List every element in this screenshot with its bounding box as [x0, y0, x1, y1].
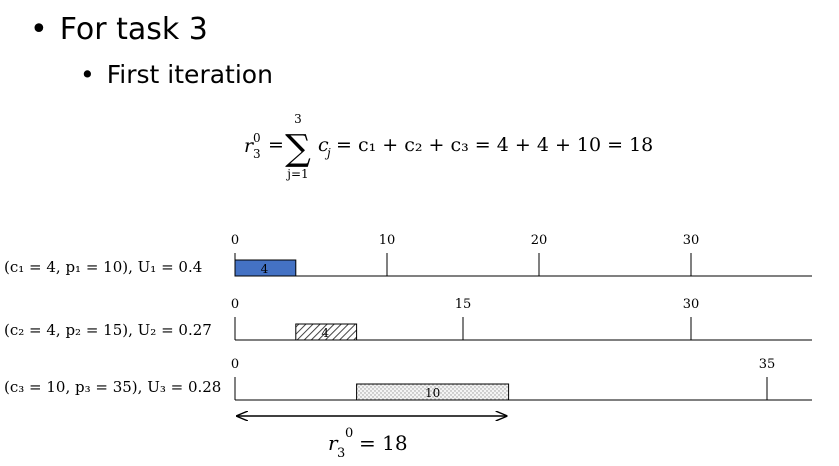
tick-label: 15 [455, 297, 472, 312]
task-label: (c₂ = 4, p₂ = 15), U₂ = 0.27 [4, 321, 212, 339]
tick-label: 0 [231, 233, 239, 248]
tick-label: 20 [531, 233, 548, 248]
execution-block-label: 4 [261, 262, 269, 276]
tick-label: 30 [683, 297, 700, 312]
formula-lhs-sub: 3 [253, 147, 261, 161]
timeline-ticks: 0 10 20 30 [231, 233, 699, 276]
tick-label: 0 [231, 357, 239, 372]
tick-label: 0 [231, 297, 239, 312]
formula-rhs: = c₁ + c₂ + c₃ = 4 + 4 + 10 = 18 [336, 134, 653, 156]
formula-lhs-sup: 0 [253, 131, 261, 145]
task-label: (c₃ = 10, p₃ = 35), U₃ = 0.28 [4, 378, 221, 396]
execution-block-label: 10 [425, 386, 440, 400]
response-time-sup: 0 [345, 426, 353, 441]
task-label: (c₁ = 4, p₁ = 10), U₁ = 0.4 [4, 258, 202, 276]
tick-label: 10 [379, 233, 396, 248]
execution-block-label: 4 [321, 326, 329, 340]
task-row: (c₃ = 10, p₃ = 35), U₃ = 0.28 0 35 10 [4, 357, 812, 401]
formula-equals: = [268, 134, 284, 156]
formula-sum-upper: 3 [294, 112, 302, 126]
response-time-formula: r 0 3 = 3 ∑ j=1 c j = c₁ + c₂ + c₃ = 4 +… [244, 112, 653, 181]
task-row: (c₂ = 4, p₂ = 15), U₂ = 0.27 0 15 30 4 [4, 297, 812, 341]
schedule-diagram: r 0 3 = 3 ∑ j=1 c j = c₁ + c₂ + c₃ = 4 +… [4, 112, 812, 461]
response-time-annotation: r 0 3 = 18 [237, 416, 507, 461]
slide: • For task 3 • First iteration r 0 3 = 3… [0, 0, 839, 466]
response-time-value: = 18 [359, 431, 408, 455]
tick-label: 30 [683, 233, 700, 248]
formula-sum-lower: j=1 [285, 167, 308, 181]
tick-label: 35 [759, 357, 776, 372]
response-time-sub: 3 [337, 446, 345, 461]
task-row: (c₁ = 4, p₁ = 10), U₁ = 0.4 0 10 20 30 4 [4, 233, 812, 277]
sum-icon: ∑ [285, 128, 311, 169]
